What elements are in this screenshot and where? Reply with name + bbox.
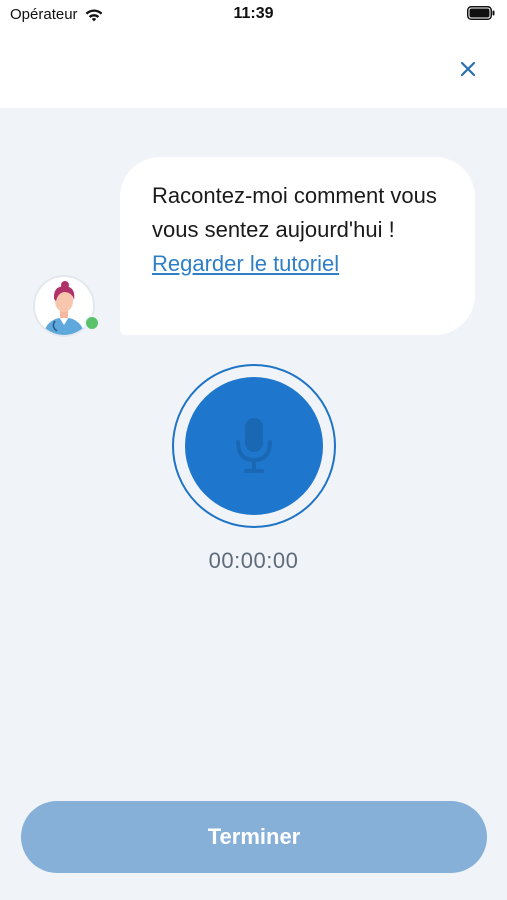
record-button[interactable]	[185, 377, 323, 515]
recording-timer: 00:00:00	[208, 548, 299, 573]
chat-message: Racontez-moi comment vous vous sentez au…	[152, 179, 447, 281]
status-time: 11:39	[233, 5, 274, 22]
tutorial-link[interactable]: Regarder le tutoriel	[152, 251, 339, 276]
online-status-dot	[84, 315, 100, 331]
close-button[interactable]	[457, 58, 479, 80]
mic-ring	[172, 364, 336, 528]
finish-button[interactable]: Terminer	[21, 801, 487, 873]
top-header	[0, 30, 507, 108]
close-icon	[460, 61, 476, 77]
chat-message-text: Racontez-moi comment vous vous sentez au…	[152, 183, 437, 242]
battery-icon	[467, 6, 495, 20]
chat-bubble: Racontez-moi comment vous vous sentez au…	[120, 157, 475, 335]
microphone-icon	[236, 418, 272, 473]
status-bar: Opérateur 11:39	[0, 0, 507, 30]
